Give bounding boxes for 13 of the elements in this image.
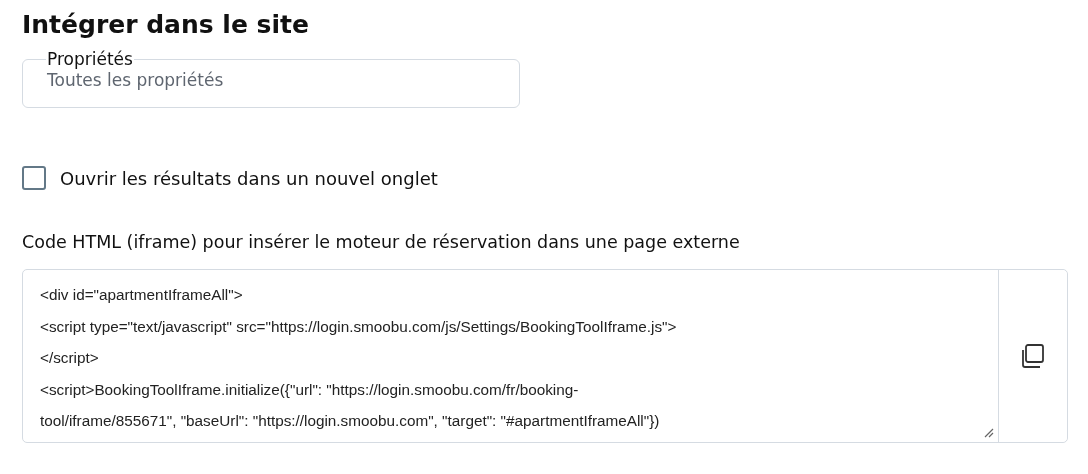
resize-handle-icon[interactable] (982, 426, 994, 438)
code-line: <div id="apartmentIframeAll"> (40, 285, 244, 305)
page-title: Intégrer dans le site (22, 9, 310, 41)
code-textarea[interactable] (22, 269, 1068, 443)
properties-select[interactable]: Propriétés Toutes les propriétés (22, 52, 520, 108)
field-label: Code HTML (iframe) pour insérer le moteur de réservation dans une page externe (22, 231, 741, 254)
code-line: <script type="text/javascript" src="https://login.smoobu.com/js/Settings/BookingToolIframe.js"> (40, 316, 678, 337)
code-line: </script> (40, 348, 100, 368)
select-value: Toutes les propriétés (47, 69, 225, 91)
code-line: <script>BookingToolIframe.initialize({"url": "https://login.smoobu.com/fr/booking- (40, 379, 580, 400)
checkbox[interactable] (22, 166, 46, 190)
checkbox-label: Ouvrir les résultats dans un nouvel onglet (60, 167, 438, 189)
code-line: tool/iframe/855671", "baseUrl": "https://login.smoobu.com", "target": "#apartmentIframeAll"}) (40, 411, 661, 431)
